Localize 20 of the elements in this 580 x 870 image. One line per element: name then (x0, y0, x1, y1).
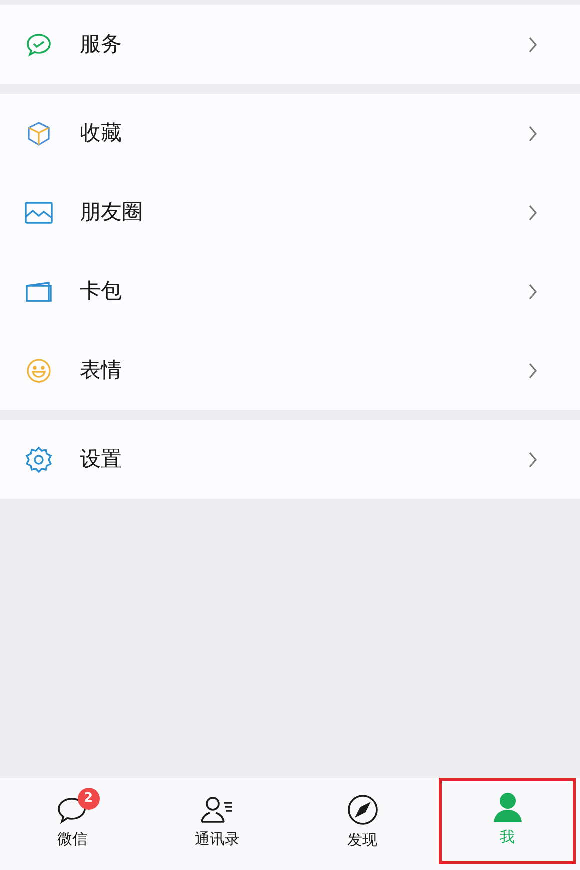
compass-icon (346, 792, 380, 827)
smiley-icon (24, 356, 54, 384)
tab[interactable]: 通讯录 (145, 778, 290, 870)
tab[interactable]: 2 微信 (0, 778, 145, 870)
chevron-icon (528, 204, 538, 222)
menu-item[interactable]: 设置 (0, 420, 580, 499)
unread-badge: 2 (78, 788, 100, 810)
chevron-icon (528, 282, 538, 300)
menu-item[interactable]: 朋友圈 (0, 173, 580, 252)
gear-icon (24, 446, 54, 474)
tab[interactable]: 发现 (290, 778, 435, 870)
menu-item[interactable]: 服务 (0, 5, 580, 84)
landscape-icon (24, 200, 54, 226)
menu-item[interactable]: 卡包 (0, 252, 580, 331)
chevron-icon (528, 362, 538, 380)
menu-item[interactable]: 收藏 (0, 94, 580, 173)
chevron-icon (528, 124, 538, 142)
chevron-icon (528, 450, 538, 468)
chevron-icon (528, 36, 538, 54)
menu-item[interactable]: 表情 (0, 331, 580, 410)
